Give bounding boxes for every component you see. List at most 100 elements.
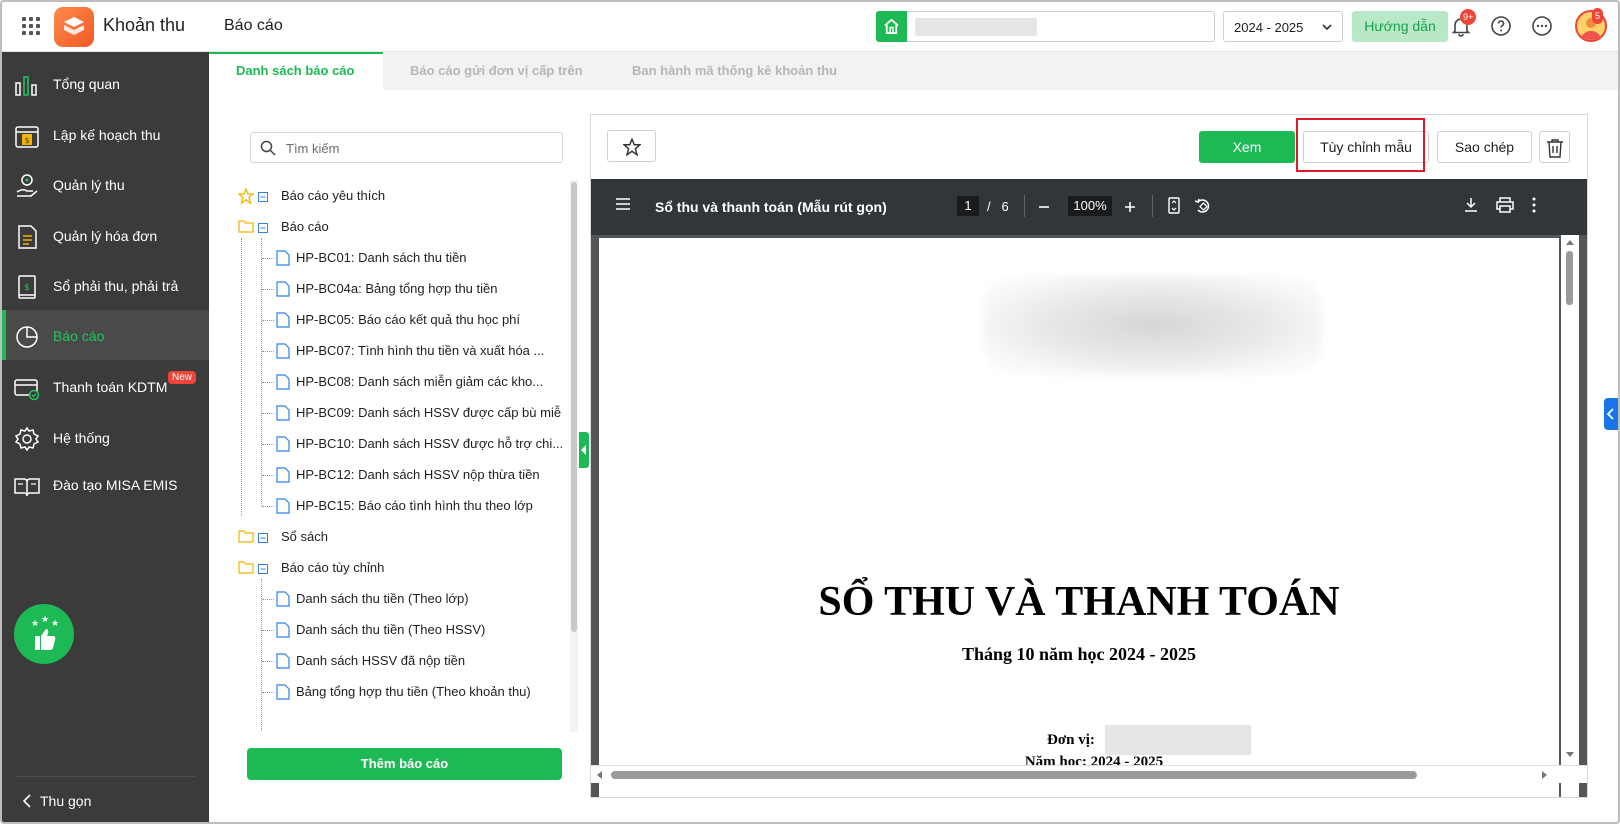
tree-label: HP-BC05: Báo cáo kết quả thu học phí — [296, 312, 521, 327]
zoom-level-input[interactable]: 100% — [1068, 196, 1112, 216]
delete-button[interactable] — [1539, 131, 1570, 163]
guide-button[interactable]: Hướng dẫn — [1352, 11, 1448, 42]
tree-item-custom-report[interactable]: Danh sách thu tiền (Theo lớp) — [262, 583, 574, 615]
zoom-in-icon[interactable] — [1124, 201, 1136, 213]
rating-button[interactable]: ★ ★ ★ — [14, 604, 74, 664]
scroll-right-icon[interactable] — [1541, 770, 1549, 780]
unit-selector[interactable] — [907, 11, 1215, 42]
print-icon[interactable] — [1496, 197, 1514, 213]
scroll-left-icon[interactable] — [595, 770, 603, 780]
scroll-up-icon[interactable] — [1565, 238, 1575, 246]
collapse-sidebar-button[interactable]: Thu gọn — [16, 776, 196, 809]
favorite-button[interactable] — [607, 130, 656, 162]
tree-scrollbar[interactable] — [570, 180, 578, 732]
copy-button[interactable]: Sao chép — [1437, 131, 1532, 163]
scrollbar-thumb[interactable] — [571, 182, 577, 632]
tree-node-reports[interactable]: Báo cáo — [238, 211, 538, 243]
document-icon — [276, 467, 290, 483]
chevron-down-icon — [1322, 24, 1332, 31]
tree-item-report[interactable]: HP-BC10: Danh sách HSSV được hỗ trợ chi.… — [262, 428, 574, 460]
tree-node-custom-reports[interactable]: Báo cáo tùy chỉnh — [238, 552, 538, 584]
collapse-minus-icon[interactable] — [258, 564, 268, 574]
tree-item-report[interactable]: HP-BC08: Danh sách miễn giảm các kho... — [262, 366, 574, 398]
tree-item-report[interactable]: HP-BC05: Báo cáo kết quả thu học phí — [262, 304, 574, 336]
page-title: Báo cáo — [224, 17, 283, 34]
fit-page-icon[interactable] — [1168, 197, 1180, 214]
view-button[interactable]: Xem — [1199, 131, 1295, 163]
tree-item-report[interactable]: HP-BC01: Danh sách thu tiền — [262, 242, 574, 274]
app-logo[interactable] — [54, 7, 94, 47]
svg-text:$: $ — [24, 136, 29, 145]
add-report-button[interactable]: Thêm báo cáo — [247, 748, 562, 780]
school-year-select[interactable]: 2024 - 2025 — [1223, 11, 1343, 42]
pie-chart-icon — [16, 326, 38, 348]
search-input[interactable] — [286, 139, 556, 157]
pdf-horizontal-scrollbar[interactable] — [591, 765, 1587, 783]
tree-item-custom-report[interactable]: Bảng tổng hợp thu tiền (Theo khoản thu) — [262, 676, 574, 708]
calendar-money-icon: $ — [15, 126, 39, 148]
redacted-unit-name — [1105, 725, 1251, 755]
tree-item-report[interactable]: HP-BC12: Danh sách HSSV nộp thừa tiền — [262, 459, 574, 491]
sidebar-item-system[interactable]: Hệ thống — [2, 412, 209, 464]
side-drawer-toggle[interactable] — [1604, 398, 1618, 430]
pdf-vertical-scrollbar[interactable] — [1561, 235, 1579, 797]
unit-name-redacted — [915, 18, 1037, 36]
sidebar-item-ledger[interactable]: $ Sổ phải thu, phải trả — [2, 260, 209, 312]
tree-item-report[interactable]: HP-BC09: Danh sách HSSV được cấp bù miễ — [262, 397, 574, 429]
tree-item-custom-report[interactable]: Danh sách thu tiền (Theo HSSV) — [262, 614, 574, 646]
tree-guide-line — [241, 238, 242, 516]
document-icon — [276, 250, 290, 266]
scroll-down-icon[interactable] — [1565, 751, 1575, 759]
scrollbar-thumb[interactable] — [1566, 251, 1573, 305]
tab-sent-to-superior[interactable]: Báo cáo gửi đơn vị cấp trên — [410, 52, 583, 90]
zoom-out-icon[interactable] — [1038, 201, 1050, 213]
sidebar-item-label: Thanh toán KDTM — [53, 379, 168, 395]
toolbar-divider — [1152, 195, 1153, 217]
document-icon — [276, 622, 290, 638]
collapse-minus-icon[interactable] — [258, 533, 268, 543]
tree-item-report[interactable]: HP-BC07: Tình hình thu tiền và xuất hóa … — [262, 335, 574, 367]
more-icon[interactable] — [1529, 13, 1555, 39]
sidebar-item-plan[interactable]: $ Lập kế hoạch thu — [2, 109, 209, 161]
tree-node-books[interactable]: Sổ sách — [238, 521, 538, 553]
rotate-icon[interactable] — [1194, 197, 1212, 215]
tree-label: Danh sách thu tiền (Theo lớp) — [296, 591, 469, 606]
menu-icon[interactable] — [615, 197, 631, 211]
collapse-minus-icon[interactable] — [258, 223, 268, 233]
collapse-label: Thu gọn — [40, 793, 92, 809]
tree-label: Bảng tổng hợp thu tiền (Theo khoản thu) — [296, 684, 531, 699]
page-total: / 6 — [987, 199, 1009, 214]
document-subtitle: Tháng 10 năm học 2024 - 2025 — [961, 644, 1197, 664]
gear-icon — [14, 426, 40, 452]
page-number-input[interactable]: 1 — [957, 196, 979, 216]
sidebar-item-overview[interactable]: Tổng quan — [2, 58, 209, 110]
tree-node-favorites[interactable]: Báo cáo yêu thích — [238, 180, 538, 212]
tab-fee-codes[interactable]: Ban hành mã thống kê khoản thu — [632, 52, 837, 90]
sidebar-item-cashless[interactable]: Thanh toán KDTM New — [2, 361, 209, 413]
sidebar-item-training[interactable]: Đào tạo MISA EMIS — [2, 459, 209, 511]
tree-item-report[interactable]: HP-BC15: Báo cáo tình hình thu theo lớp — [262, 490, 574, 522]
document-unit-label: Đơn vị: — [1047, 732, 1095, 748]
tab-report-list[interactable]: Danh sách báo cáo — [209, 52, 383, 90]
svg-text:★: ★ — [51, 619, 59, 629]
tree-item-report[interactable]: HP-BC04a: Bảng tổng hợp thu tiền — [262, 273, 574, 305]
folder-icon — [238, 530, 254, 543]
panel-splitter-handle[interactable] — [579, 432, 589, 468]
document-icon — [276, 684, 290, 700]
more-vertical-icon[interactable] — [1531, 197, 1537, 213]
sidebar-item-invoices[interactable]: Quản lý hóa đơn — [2, 210, 209, 262]
sidebar-item-reports[interactable]: Báo cáo — [2, 310, 209, 360]
sidebar-item-collection[interactable]: Quản lý thu — [2, 159, 209, 211]
sidebar: Tổng quan $ Lập kế hoạch thu Quản lý thu… — [2, 52, 209, 822]
tree-item-custom-report[interactable]: Danh sách HSSV đã nộp tiền — [262, 645, 574, 677]
tab-bar: Danh sách báo cáo Báo cáo gửi đơn vị cấp… — [209, 52, 1618, 90]
help-icon[interactable] — [1488, 13, 1514, 39]
collapse-minus-icon[interactable] — [258, 192, 268, 202]
tree-label: Báo cáo tùy chỉnh — [281, 560, 385, 575]
home-icon[interactable] — [876, 11, 907, 42]
apps-grid-icon[interactable] — [22, 17, 40, 35]
document-icon — [276, 591, 290, 607]
scrollbar-thumb[interactable] — [611, 771, 1417, 779]
folder-icon — [238, 220, 254, 233]
download-icon[interactable] — [1463, 197, 1479, 213]
